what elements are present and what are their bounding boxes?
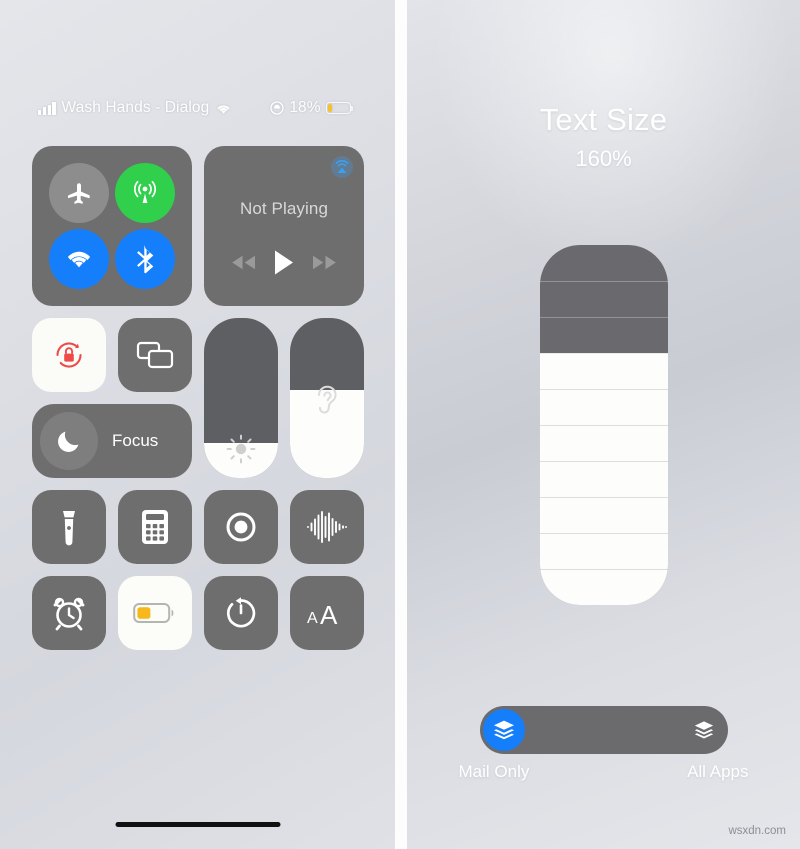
- cc-sliders: [204, 318, 364, 478]
- text-size-segment[interactable]: [540, 245, 668, 281]
- cc-row-tiles-2: A A: [32, 576, 364, 650]
- alarm-button[interactable]: [32, 576, 106, 650]
- text-size-segment[interactable]: [539, 317, 668, 353]
- text-size-segment[interactable]: [539, 353, 668, 389]
- brightness-slider[interactable]: [204, 318, 278, 478]
- screenshot-root: Wash Hands - Dialog 18% Not Playing Focu…: [0, 0, 800, 849]
- layers-icon: [694, 721, 713, 739]
- low-power-mode-button[interactable]: [118, 576, 192, 650]
- scope-toggle-labels: Mail Only All Apps: [459, 762, 749, 782]
- text-size-scope-toggle[interactable]: [479, 706, 728, 754]
- text-size-segment[interactable]: [539, 461, 668, 497]
- media-controls: [204, 249, 364, 276]
- watermark: wsxdn.com: [728, 825, 786, 837]
- signal-bars-icon: [38, 101, 56, 115]
- focus-button[interactable]: Focus: [32, 404, 192, 478]
- moon-icon: [40, 412, 98, 470]
- focus-label: Focus: [112, 431, 159, 450]
- now-playing-title: Not Playing: [239, 199, 329, 218]
- text-size-segment[interactable]: [539, 533, 668, 569]
- rewind-button[interactable]: [230, 254, 257, 271]
- flashlight-button[interactable]: [32, 490, 106, 564]
- now-playing-module[interactable]: Not Playing: [204, 146, 364, 306]
- play-button[interactable]: [272, 249, 295, 276]
- text-size-button[interactable]: A A: [290, 576, 364, 650]
- cellular-data-toggle[interactable]: [115, 163, 175, 223]
- status-bar: Wash Hands - Dialog 18%: [0, 95, 395, 121]
- airplane-mode-toggle[interactable]: [49, 163, 109, 223]
- layers-icon: [493, 720, 514, 740]
- screen-mirroring-button[interactable]: [118, 318, 192, 392]
- svg-text:A: A: [320, 600, 338, 628]
- fast-forward-button[interactable]: [311, 254, 338, 271]
- home-indicator: [115, 822, 280, 827]
- location-services-icon: [270, 101, 284, 115]
- text-size-segment[interactable]: [539, 497, 668, 533]
- battery-low-icon: [325, 101, 354, 115]
- battery-percent-label: 18%: [289, 99, 321, 116]
- text-size-slider[interactable]: [539, 245, 668, 605]
- svg-text:A: A: [307, 610, 318, 627]
- scope-label-all-apps[interactable]: All Apps: [687, 762, 748, 782]
- scope-toggle-right-icon[interactable]: [683, 709, 725, 751]
- rotation-lock-toggle[interactable]: [32, 318, 106, 392]
- status-bar-left: Wash Hands - Dialog: [38, 99, 232, 117]
- page-title: Text Size: [539, 102, 668, 137]
- airplay-audio-icon[interactable]: [330, 155, 354, 179]
- text-size-segment[interactable]: [539, 425, 668, 461]
- text-size-segment[interactable]: [539, 389, 668, 425]
- text-size-segment[interactable]: [539, 281, 668, 317]
- volume-hearing-slider[interactable]: [290, 318, 364, 478]
- timer-button[interactable]: [204, 576, 278, 650]
- wifi-icon: [215, 102, 232, 115]
- text-size-panel: Text Size 160% Mail Only All Apps wsxdn.…: [407, 0, 800, 849]
- brightness-sun-icon: [204, 432, 278, 466]
- cc-row-middle: Focus: [32, 318, 364, 478]
- connectivity-module[interactable]: [32, 146, 192, 306]
- cc-row-top: Not Playing: [32, 146, 364, 306]
- cc-middle-left-column: Focus: [32, 318, 192, 478]
- control-center-grid: Not Playing Focus A A: [32, 146, 364, 650]
- panel-divider: [395, 0, 407, 849]
- ear-icon: [290, 380, 364, 418]
- status-bar-right: 18%: [270, 99, 354, 117]
- calculator-button[interactable]: [118, 490, 192, 564]
- scope-toggle-knob[interactable]: [482, 709, 525, 751]
- text-size-value: 160%: [575, 146, 632, 171]
- carrier-label: Wash Hands - Dialog: [61, 99, 210, 116]
- bluetooth-toggle[interactable]: [115, 229, 175, 289]
- cc-toggle-pair: [32, 318, 192, 392]
- cc-row-tiles-1: [32, 490, 364, 564]
- scope-label-mail-only[interactable]: Mail Only: [459, 762, 530, 782]
- sound-recognition-button[interactable]: [290, 490, 364, 564]
- text-size-segment[interactable]: [539, 569, 668, 605]
- camera-button[interactable]: [204, 490, 278, 564]
- control-center-panel: Wash Hands - Dialog 18% Not Playing Focu…: [0, 0, 395, 849]
- wifi-toggle[interactable]: [49, 229, 109, 289]
